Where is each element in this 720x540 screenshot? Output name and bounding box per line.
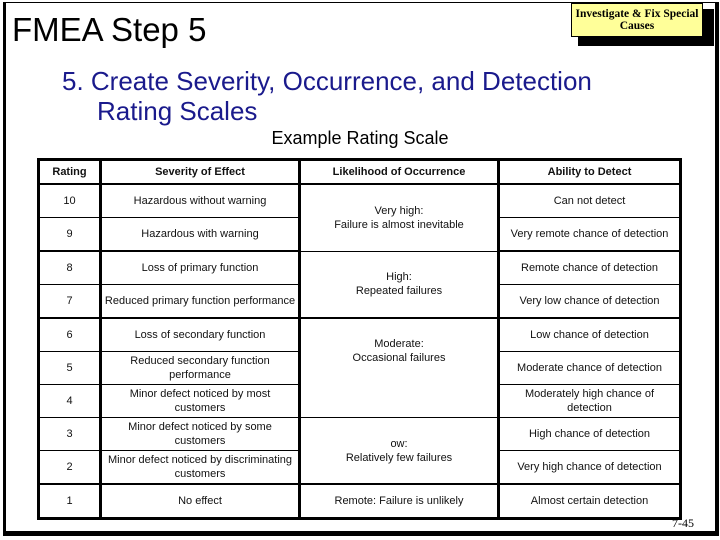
occurrence-level: High: (386, 271, 412, 284)
table-row: 3 Minor defect noticed by some customers… (38, 417, 681, 485)
occurrence-cell: High: Repeated failures (299, 250, 500, 319)
detection-cell: Moderate chance of detection (498, 351, 681, 385)
subtitle-line-2: Rating Scales (97, 96, 258, 126)
rating-cell: 8 (38, 250, 102, 285)
table-row: 1 No effect Remote: Failure is unlikely … (38, 483, 681, 519)
detection-cell: Can not detect (498, 183, 681, 218)
table-caption: Example Rating Scale (271, 128, 449, 148)
severity-cell: Minor defect noticed by most customers (100, 384, 301, 418)
rating-cell: 4 (38, 384, 102, 418)
header-detection: Ability to Detect (498, 159, 681, 185)
severity-cell: Minor defect noticed by some customers (100, 417, 301, 451)
occurrence-desc: Occasional failures (352, 352, 446, 364)
section-badge: Investigate & Fix Special Causes (571, 3, 703, 37)
severity-cell: Minor defect noticed by discriminating c… (100, 450, 301, 485)
rating-cell: 3 (38, 417, 102, 451)
detection-cell: Very remote chance of detection (498, 217, 681, 252)
slide-title: FMEA Step 5 (12, 11, 207, 48)
occurrence-level: Moderate: (374, 338, 424, 350)
severity-cell: Loss of secondary function (100, 317, 301, 352)
detection-cell: Moderately high chance of detection (498, 384, 681, 418)
rating-cell: 10 (38, 183, 102, 218)
rating-cell: 9 (38, 217, 102, 252)
severity-cell: Loss of primary function (100, 250, 301, 285)
subtitle-line-1: 5. Create Severity, Occurrence, and Dete… (62, 66, 592, 96)
header-severity: Severity of Effect (100, 159, 301, 185)
detection-cell: Very high chance of detection (498, 450, 681, 485)
table-row: 6 Loss of secondary function Moderate: O… (38, 317, 681, 418)
header-occurrence: Likelihood of Occurrence (299, 159, 500, 185)
occurrence-cell: Very high: Failure is almost inevitable (299, 183, 500, 252)
header-rating: Rating (38, 159, 102, 185)
rating-scale-table: Rating Severity of Effect Likelihood of … (37, 158, 682, 520)
slide-subtitle: 5. Create Severity, Occurrence, and Dete… (62, 66, 592, 126)
severity-cell: Hazardous with warning (100, 217, 301, 252)
badge-line-1: Investigate & Fix Special (575, 8, 699, 20)
detection-cell: Low chance of detection (498, 317, 681, 352)
occurrence-desc: Failure is almost inevitable (334, 218, 464, 231)
severity-cell: Hazardous without warning (100, 183, 301, 218)
detection-cell: Almost certain detection (498, 483, 681, 519)
severity-cell: Reduced secondary function performance (100, 351, 301, 385)
rating-cell: 7 (38, 284, 102, 319)
occurrence-level: ow: (390, 437, 408, 450)
rating-cell: 2 (38, 450, 102, 485)
occurrence-cell: Remote: Failure is unlikely (299, 483, 500, 519)
page-number: 7-45 (672, 516, 694, 530)
occurrence-level: Very high: (374, 204, 424, 217)
severity-cell: Reduced primary function performance (100, 284, 301, 319)
occurrence-cell: ow: Relatively few failures (299, 417, 500, 485)
rating-cell: 6 (38, 317, 102, 352)
occurrence-cell: Moderate: Occasional failures (299, 317, 500, 418)
detection-cell: High chance of detection (498, 417, 681, 451)
table-header-row: Rating Severity of Effect Likelihood of … (38, 159, 681, 185)
detection-cell: Very low chance of detection (498, 284, 681, 319)
rating-cell: 1 (38, 483, 102, 519)
severity-cell: No effect (100, 483, 301, 519)
table-row: 8 Loss of primary function High: Repeate… (38, 250, 681, 319)
table-row: 10 Hazardous without warning Very high: … (38, 183, 681, 252)
occurrence-desc: Relatively few failures (345, 451, 453, 464)
detection-cell: Remote chance of detection (498, 250, 681, 285)
badge-line-2: Causes (619, 20, 655, 32)
rating-cell: 5 (38, 351, 102, 385)
occurrence-desc: Repeated failures (355, 285, 443, 298)
